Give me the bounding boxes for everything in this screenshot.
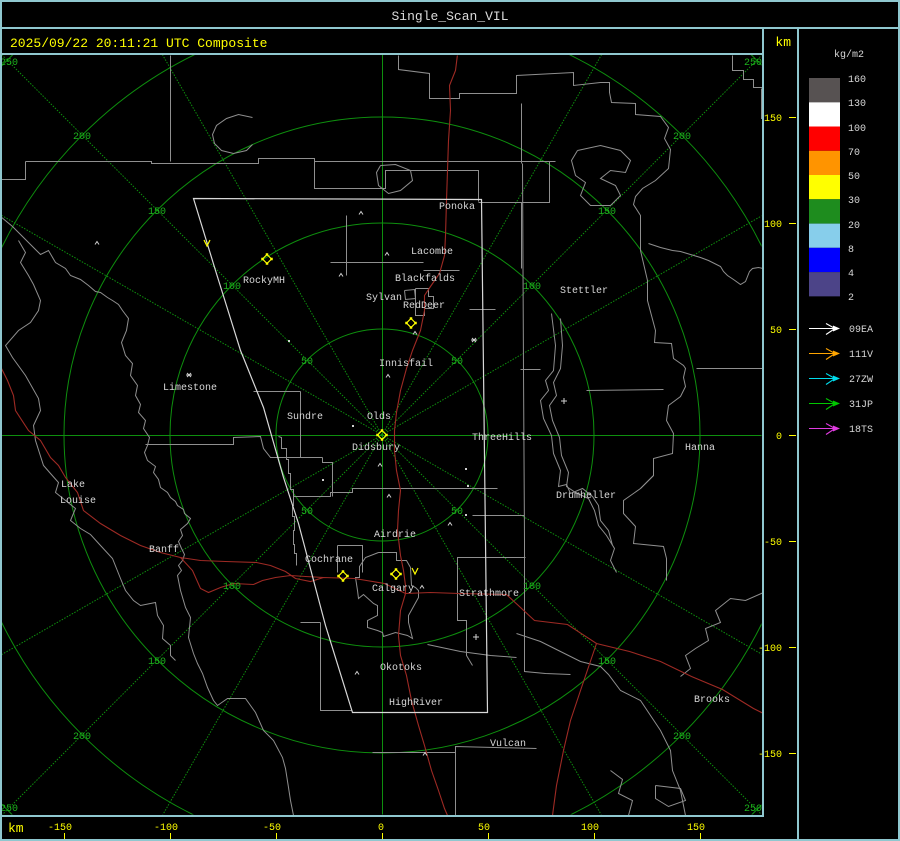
svg-text:18TS: 18TS — [849, 425, 873, 436]
svg-text:100: 100 — [581, 823, 599, 834]
svg-text:Didsbury: Didsbury — [352, 442, 400, 454]
svg-text:150: 150 — [148, 207, 166, 218]
svg-text:-150: -150 — [48, 823, 72, 834]
svg-text:100: 100 — [223, 582, 241, 593]
svg-text:Cochrane: Cochrane — [305, 554, 353, 566]
svg-text:Strathmore: Strathmore — [459, 588, 519, 600]
svg-text:Ponoka: Ponoka — [439, 201, 475, 213]
svg-text:Lacombe: Lacombe — [411, 246, 453, 258]
svg-text:RedDeer: RedDeer — [403, 300, 445, 312]
svg-text:0: 0 — [776, 432, 782, 443]
svg-text:09EA: 09EA — [849, 325, 873, 336]
svg-text:HighRiver: HighRiver — [389, 697, 443, 709]
svg-text:Drumheller: Drumheller — [556, 490, 616, 502]
svg-text:Limestone: Limestone — [163, 382, 217, 394]
svg-text:200: 200 — [73, 132, 91, 143]
svg-text:20: 20 — [848, 221, 860, 232]
svg-text:200: 200 — [73, 732, 91, 743]
svg-text:Brooks: Brooks — [694, 694, 730, 706]
svg-text:ThreeHills: ThreeHills — [472, 432, 532, 444]
svg-text:200: 200 — [673, 732, 691, 743]
svg-text:2025/09/22 20:11:21 UTC Compos: 2025/09/22 20:11:21 UTC Composite — [10, 36, 267, 51]
svg-text:111V: 111V — [849, 350, 873, 361]
svg-text:8: 8 — [848, 245, 854, 256]
svg-text:70: 70 — [848, 148, 860, 159]
svg-text:2: 2 — [848, 293, 854, 304]
svg-text:0: 0 — [378, 823, 384, 834]
svg-text:-50: -50 — [764, 538, 782, 549]
svg-text:250: 250 — [744, 804, 762, 815]
svg-text:Airdrie: Airdrie — [374, 529, 416, 541]
svg-text:Blackfalds: Blackfalds — [395, 273, 455, 285]
svg-text:Hanna: Hanna — [685, 443, 715, 454]
svg-text:100: 100 — [523, 282, 541, 293]
svg-text:100: 100 — [764, 220, 782, 231]
svg-text:150: 150 — [148, 657, 166, 668]
svg-text:-50: -50 — [263, 823, 281, 834]
svg-text:150: 150 — [687, 823, 705, 834]
svg-text:130: 130 — [848, 99, 866, 110]
svg-text:km: km — [8, 821, 24, 836]
svg-text:30: 30 — [848, 196, 860, 207]
svg-text:50: 50 — [478, 823, 490, 834]
svg-text:Okotoks: Okotoks — [380, 662, 422, 674]
svg-text:Olds: Olds — [367, 411, 391, 423]
svg-text:100: 100 — [848, 124, 866, 135]
svg-text:Single_Scan_VIL: Single_Scan_VIL — [391, 9, 508, 24]
svg-text:160: 160 — [848, 75, 866, 86]
svg-text:250: 250 — [0, 804, 18, 815]
svg-text:Vulcan: Vulcan — [490, 738, 526, 750]
svg-text:Sylvan: Sylvan — [366, 292, 402, 304]
svg-text:-150: -150 — [758, 750, 782, 761]
svg-text:Sundre: Sundre — [287, 411, 323, 423]
svg-text:31JP: 31JP — [849, 400, 873, 411]
svg-text:150: 150 — [598, 207, 616, 218]
svg-text:250: 250 — [744, 58, 762, 69]
svg-text:50: 50 — [848, 172, 860, 183]
svg-text:km: km — [775, 35, 791, 50]
svg-text:Stettler: Stettler — [560, 285, 608, 297]
svg-text:150: 150 — [764, 114, 782, 125]
svg-text:Calgary: Calgary — [372, 583, 414, 595]
svg-text:Lake: Lake — [61, 479, 85, 491]
svg-text:50: 50 — [451, 507, 463, 518]
svg-text:RockyMH: RockyMH — [243, 275, 285, 287]
svg-text:50: 50 — [301, 507, 313, 518]
svg-text:150: 150 — [598, 657, 616, 668]
svg-text:50: 50 — [451, 357, 463, 368]
svg-text:kg/m2: kg/m2 — [834, 49, 864, 61]
svg-text:-100: -100 — [758, 644, 782, 655]
svg-text:250: 250 — [0, 58, 18, 69]
svg-text:50: 50 — [770, 326, 782, 337]
svg-text:Innisfail: Innisfail — [379, 358, 433, 370]
svg-text:-100: -100 — [154, 823, 178, 834]
svg-text:Banff: Banff — [149, 544, 179, 556]
svg-text:100: 100 — [523, 582, 541, 593]
svg-text:27ZW: 27ZW — [849, 375, 873, 386]
svg-text:200: 200 — [673, 132, 691, 143]
svg-text:50: 50 — [301, 357, 313, 368]
svg-text:Louise: Louise — [60, 495, 96, 507]
svg-text:100: 100 — [223, 282, 241, 293]
svg-text:4: 4 — [848, 269, 854, 280]
